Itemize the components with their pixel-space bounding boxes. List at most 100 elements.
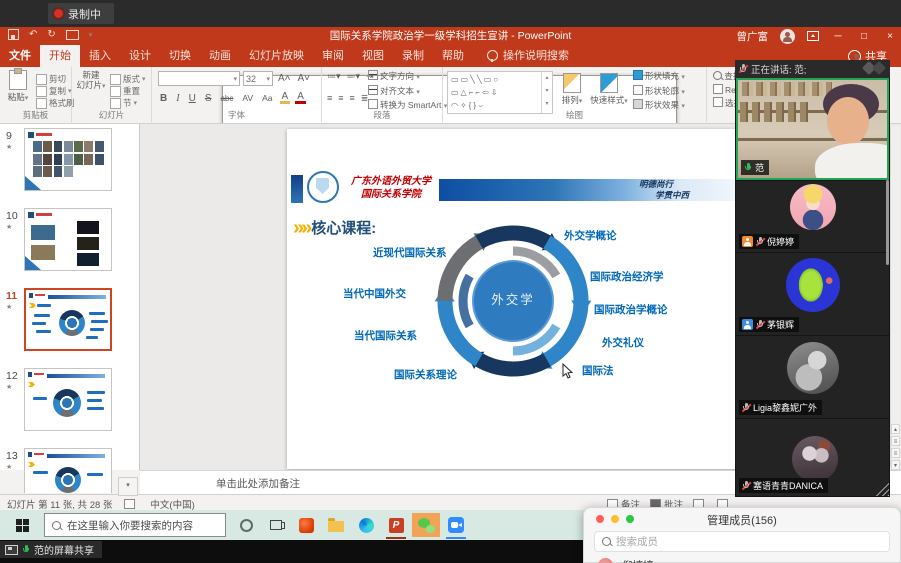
grow-font-button[interactable]: A˄ xyxy=(276,73,293,84)
align-right-button[interactable]: ≡ xyxy=(350,93,355,104)
tab-view[interactable]: 视图 xyxy=(353,45,393,67)
tab-transitions[interactable]: 切换 xyxy=(160,45,200,67)
bullets-button[interactable]: ≔▾ xyxy=(327,71,341,82)
task-view-button[interactable] xyxy=(262,513,290,537)
scroll-up-icon[interactable]: ▴ xyxy=(891,424,900,434)
thumbnail-slide-10[interactable]: 10 ★ xyxy=(0,208,139,274)
account-avatar[interactable] xyxy=(780,29,795,44)
section-button[interactable]: 节▾ xyxy=(110,97,146,109)
arrange-button[interactable]: 排列▾ xyxy=(557,73,587,107)
italic-button[interactable]: I xyxy=(174,93,181,104)
tab-insert[interactable]: 插入 xyxy=(80,45,120,67)
shape-fill-button[interactable]: 形状填充 ▾ xyxy=(633,70,685,85)
member-search-input[interactable]: 搜索成员 xyxy=(594,531,890,552)
thumbnail-scroll-down-button[interactable]: ▾ xyxy=(118,477,138,496)
font-size-combo[interactable]: 32▾ xyxy=(243,71,273,86)
slide-editing-area[interactable]: 广东外语外贸大学 国际关系学院 明德尚行 学贯中西 »» 核心课程: xyxy=(287,129,740,469)
thumbnail-slide-11-selected[interactable]: 11 ★ xyxy=(0,288,139,354)
shape-gallery[interactable]: ▭▭╲╲▭○▭△⌐⌐⇦⇩◠✧{}⌣ ▴▾▾ xyxy=(447,71,553,114)
bold-button[interactable]: B xyxy=(158,93,169,104)
ribbon-display-options-icon[interactable] xyxy=(807,31,819,41)
font-name-combo[interactable]: ▾ xyxy=(158,71,240,86)
next-slide-icon[interactable]: ≡ xyxy=(891,448,900,458)
thumbnail-slide-12[interactable]: 12 ★ xyxy=(0,368,139,434)
participant-tile-danica[interactable]: 塞语青青DANICA xyxy=(736,419,889,496)
highlight-color-button[interactable]: A xyxy=(280,92,291,104)
participant-tile-fan[interactable]: 范 xyxy=(736,78,889,180)
tencent-meeting-icon xyxy=(448,517,464,533)
recording-label: 录制中 xyxy=(68,6,101,22)
minimize-button[interactable]: ─ xyxy=(831,31,845,42)
tab-home[interactable]: 开始 xyxy=(40,45,80,67)
participant-tile-ligia[interactable]: Ligia黎鑫妮广外 xyxy=(736,336,889,418)
meeting-app-button[interactable] xyxy=(442,513,470,537)
align-left-button[interactable]: ≡ xyxy=(327,93,332,104)
participant-tile-maoyinhui[interactable]: 茅银辉 xyxy=(736,253,889,335)
close-button[interactable]: × xyxy=(883,31,897,42)
tab-animations[interactable]: 动画 xyxy=(200,45,240,67)
tab-design[interactable]: 设计 xyxy=(120,45,160,67)
screen-share-chip[interactable]: 范的屏幕共享 xyxy=(0,541,102,558)
numbering-button[interactable]: ≕▾ xyxy=(347,71,361,82)
tell-me-search[interactable]: 操作说明搜索 xyxy=(487,47,569,67)
recording-badge[interactable]: 录制中 xyxy=(48,3,114,24)
mic-muted-icon xyxy=(756,237,764,247)
char-spacing-button[interactable]: AV xyxy=(240,93,255,103)
panel-resize-handle[interactable] xyxy=(873,482,889,496)
participant-name-chip: 倪婷婷 xyxy=(739,234,799,249)
taskbar-search-input[interactable]: 在这里输入你要搜索的内容 xyxy=(44,513,226,537)
office-app-button[interactable] xyxy=(292,513,320,537)
animation-star-icon: ★ xyxy=(6,303,12,311)
role-badge-icon xyxy=(742,319,753,330)
canvas-scrollbar[interactable]: ▴ ≡ ≡ ▾ xyxy=(890,126,900,466)
display-settings-icon[interactable] xyxy=(124,499,135,509)
slide-number: 11 xyxy=(6,290,17,302)
paste-button[interactable]: 粘贴▾ xyxy=(4,70,32,104)
participants-scrollbar[interactable] xyxy=(886,180,889,265)
tab-review[interactable]: 审阅 xyxy=(313,45,353,67)
change-case-button[interactable]: Aa xyxy=(260,93,274,103)
scroll-down-icon[interactable]: ▾ xyxy=(891,460,900,470)
animation-star-icon: ★ xyxy=(6,463,12,471)
underline-button[interactable]: U xyxy=(187,93,198,104)
format-painter-button[interactable]: 格式刷 xyxy=(36,97,75,109)
layout-button[interactable]: 版式▾ xyxy=(110,73,146,85)
edge-browser-button[interactable] xyxy=(352,513,380,537)
font-color-button[interactable]: A xyxy=(295,92,306,104)
powerpoint-app-button[interactable]: P xyxy=(382,513,410,537)
text-direction-button[interactable]: 文字方向 ▾ xyxy=(368,70,447,85)
previous-slide-icon[interactable]: ≡ xyxy=(891,436,900,446)
shrink-font-button[interactable]: A˅ xyxy=(296,73,313,84)
powerpoint-icon: P xyxy=(389,518,404,533)
align-text-button[interactable]: 对齐文本 ▾ xyxy=(368,85,447,100)
strikethrough-button[interactable]: S xyxy=(203,93,214,104)
align-center-button[interactable]: ≡ xyxy=(338,93,343,104)
copy-button[interactable]: 复制▾ xyxy=(36,85,75,97)
language-status[interactable]: 中文(中国) xyxy=(150,497,194,511)
start-button[interactable] xyxy=(0,510,44,540)
member-list-item[interactable]: 倪婷婷 xyxy=(598,558,654,563)
office-icon xyxy=(299,518,314,533)
account-name[interactable]: 曾广富 xyxy=(737,29,769,44)
abc-button[interactable]: abc xyxy=(218,94,235,103)
tab-help[interactable]: 帮助 xyxy=(433,45,473,67)
cut-button[interactable]: 剪切 xyxy=(36,73,75,85)
new-slide-button[interactable]: 新建 幻灯片▾ xyxy=(75,70,107,92)
quick-styles-button[interactable]: 快速样式▾ xyxy=(589,73,629,107)
shape-outline-button[interactable]: 形状轮廓 ▾ xyxy=(633,85,685,100)
screen-share-icon xyxy=(5,545,18,555)
tab-file[interactable]: 文件 xyxy=(0,45,40,67)
file-explorer-button[interactable] xyxy=(322,513,350,537)
cortana-button[interactable] xyxy=(232,513,260,537)
wechat-app-button[interactable] xyxy=(412,513,440,537)
participant-tile-nitingting[interactable]: 倪婷婷 xyxy=(736,181,889,252)
reset-button[interactable]: 重置 xyxy=(110,85,146,97)
tab-record[interactable]: 录制 xyxy=(393,45,433,67)
lightbulb-icon xyxy=(487,50,498,61)
ppt-titlebar: ↶ ↻ ▾ 国际关系学院政治学一级学科招生宣讲 - PowerPoint 曾广富… xyxy=(0,27,901,45)
course-label: 国际政治学概论 xyxy=(594,302,668,317)
thumbnail-slide-9[interactable]: 9 ★ xyxy=(0,128,139,194)
restore-button[interactable]: □ xyxy=(857,31,871,42)
tab-slideshow[interactable]: 幻灯片放映 xyxy=(240,45,313,67)
participant-name-chip: 范 xyxy=(741,160,769,175)
